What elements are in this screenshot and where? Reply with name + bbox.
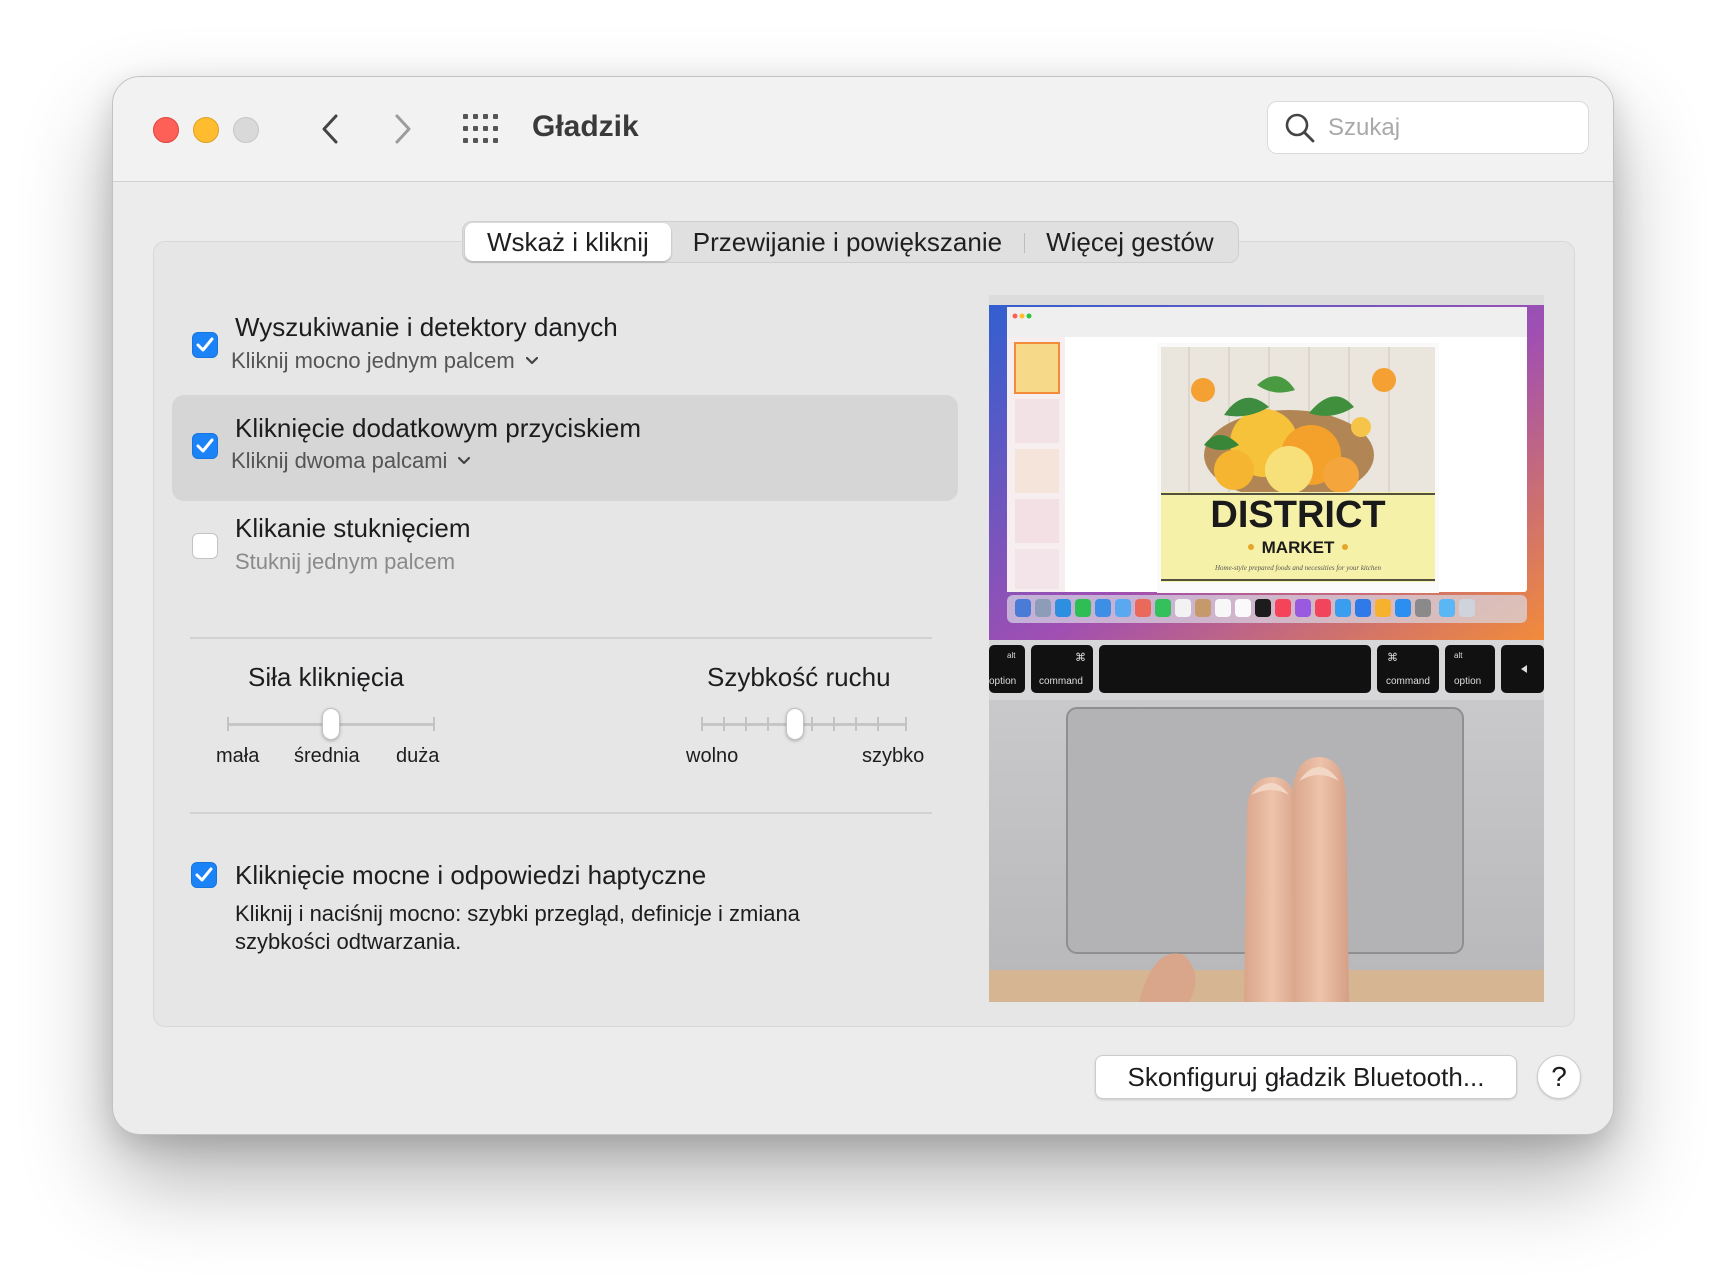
gesture-preview-image: DISTRICT MARKET Home-style prepared food…: [989, 295, 1544, 1002]
key-cmd-symbol-right: ⌘: [1387, 651, 1398, 664]
search-icon: [1285, 113, 1315, 142]
tab-scroll-and-zoom[interactable]: Przewijanie i powiększanie: [671, 223, 1024, 261]
titlebar: Gładzik: [113, 77, 1613, 182]
chevron-right-icon: [395, 114, 411, 144]
checkmark-icon: [195, 867, 213, 882]
divider: [190, 637, 932, 639]
tick-label-firm: duża: [396, 745, 440, 767]
forward-button[interactable]: [383, 107, 423, 151]
slider-tick: [855, 717, 857, 731]
haptic-checkbox[interactable]: [191, 862, 217, 888]
tap-to-click-title: Klikanie stuknięciem: [235, 513, 471, 543]
slider-tick: [905, 717, 907, 731]
slider-tick: [833, 717, 835, 731]
secondary-click-title: Kliknięcie dodatkowym przyciskiem: [235, 413, 642, 443]
checkmark-icon: [196, 438, 214, 453]
chevron-down-icon: [525, 356, 538, 365]
key-command-right: command: [1386, 676, 1430, 687]
doc-subtitle: MARKET: [1262, 538, 1335, 557]
search-field[interactable]: [1267, 101, 1589, 154]
slider-tick: [701, 717, 703, 731]
key-command-left: command: [1039, 676, 1083, 687]
tick-label-fast: szybko: [862, 745, 925, 767]
tracking-speed-knob[interactable]: [786, 708, 804, 740]
key-alt-left: alt: [1007, 651, 1016, 660]
chevron-left-icon: [322, 114, 338, 144]
doc-title: DISTRICT: [1210, 494, 1385, 536]
haptic-title: Kliknięcie mocne i odpowiedzi haptyczne: [235, 860, 707, 890]
secondary-click-label: Kliknij dwoma palcami: [231, 448, 448, 473]
grid-icon: [463, 114, 498, 143]
tap-to-click-checkbox[interactable]: [192, 533, 218, 559]
key-option-right: option: [1454, 676, 1481, 687]
window-title: Gładzik: [532, 110, 639, 143]
minimize-button[interactable]: [193, 117, 219, 143]
secondary-click-checkbox[interactable]: [192, 433, 218, 459]
key-option-left: option: [989, 676, 1016, 687]
slider-tick: [433, 717, 435, 731]
tick-label-medium: średnia: [294, 745, 360, 767]
chevron-down-icon: [458, 456, 471, 465]
click-force-label: Siła kliknięcia: [248, 662, 405, 692]
lookup-gesture-label: Kliknij mocno jednym palcem: [231, 348, 515, 373]
slider-tick: [877, 717, 879, 731]
show-all-button[interactable]: [463, 114, 499, 144]
tick-label-light: mała: [216, 745, 260, 767]
click-force-knob[interactable]: [322, 708, 340, 740]
tap-to-click-subtitle: Stuknij jednym palcem: [235, 549, 456, 574]
tick-label-slow: wolno: [686, 745, 739, 767]
tab-point-and-click[interactable]: Wskaż i kliknij: [465, 223, 671, 261]
haptic-description: Kliknij i naciśnij mocno: szybki przeglą…: [235, 901, 800, 954]
slider-tick: [767, 717, 769, 731]
tab-bar: Wskaż i kliknij Przewijanie i powiększan…: [462, 221, 1239, 263]
doc-tagline: Home-style prepared foods and necessitie…: [1214, 564, 1382, 572]
help-button[interactable]: ?: [1537, 1055, 1581, 1099]
slider-tick: [723, 717, 725, 731]
slider-tick: [745, 717, 747, 731]
zoom-button: [233, 117, 259, 143]
key-cmd-symbol-left: ⌘: [1075, 651, 1086, 664]
key-alt-right: alt: [1454, 651, 1463, 660]
dock-icons: [1015, 599, 1475, 617]
close-button[interactable]: [153, 117, 179, 143]
back-button[interactable]: [310, 107, 350, 151]
setup-bluetooth-trackpad-button[interactable]: Skonfiguruj gładzik Bluetooth...: [1095, 1055, 1517, 1099]
divider: [190, 812, 932, 814]
lookup-title: Wyszukiwanie i detektory danych: [235, 312, 618, 342]
preview-illustration: DISTRICT MARKET Home-style prepared food…: [989, 295, 1544, 1002]
slider-tick: [227, 717, 229, 731]
lookup-checkbox[interactable]: [192, 332, 218, 358]
search-input[interactable]: [1326, 112, 1570, 143]
secondary-click-menu[interactable]: Kliknij dwoma palcami: [231, 448, 471, 474]
slider-tick: [811, 717, 813, 731]
lookup-gesture-menu[interactable]: Kliknij mocno jednym palcem: [231, 348, 539, 374]
tab-more-gestures[interactable]: Więcej gestów: [1024, 223, 1236, 261]
tracking-speed-label: Szybkość ruchu: [707, 662, 891, 692]
checkmark-icon: [196, 337, 214, 352]
